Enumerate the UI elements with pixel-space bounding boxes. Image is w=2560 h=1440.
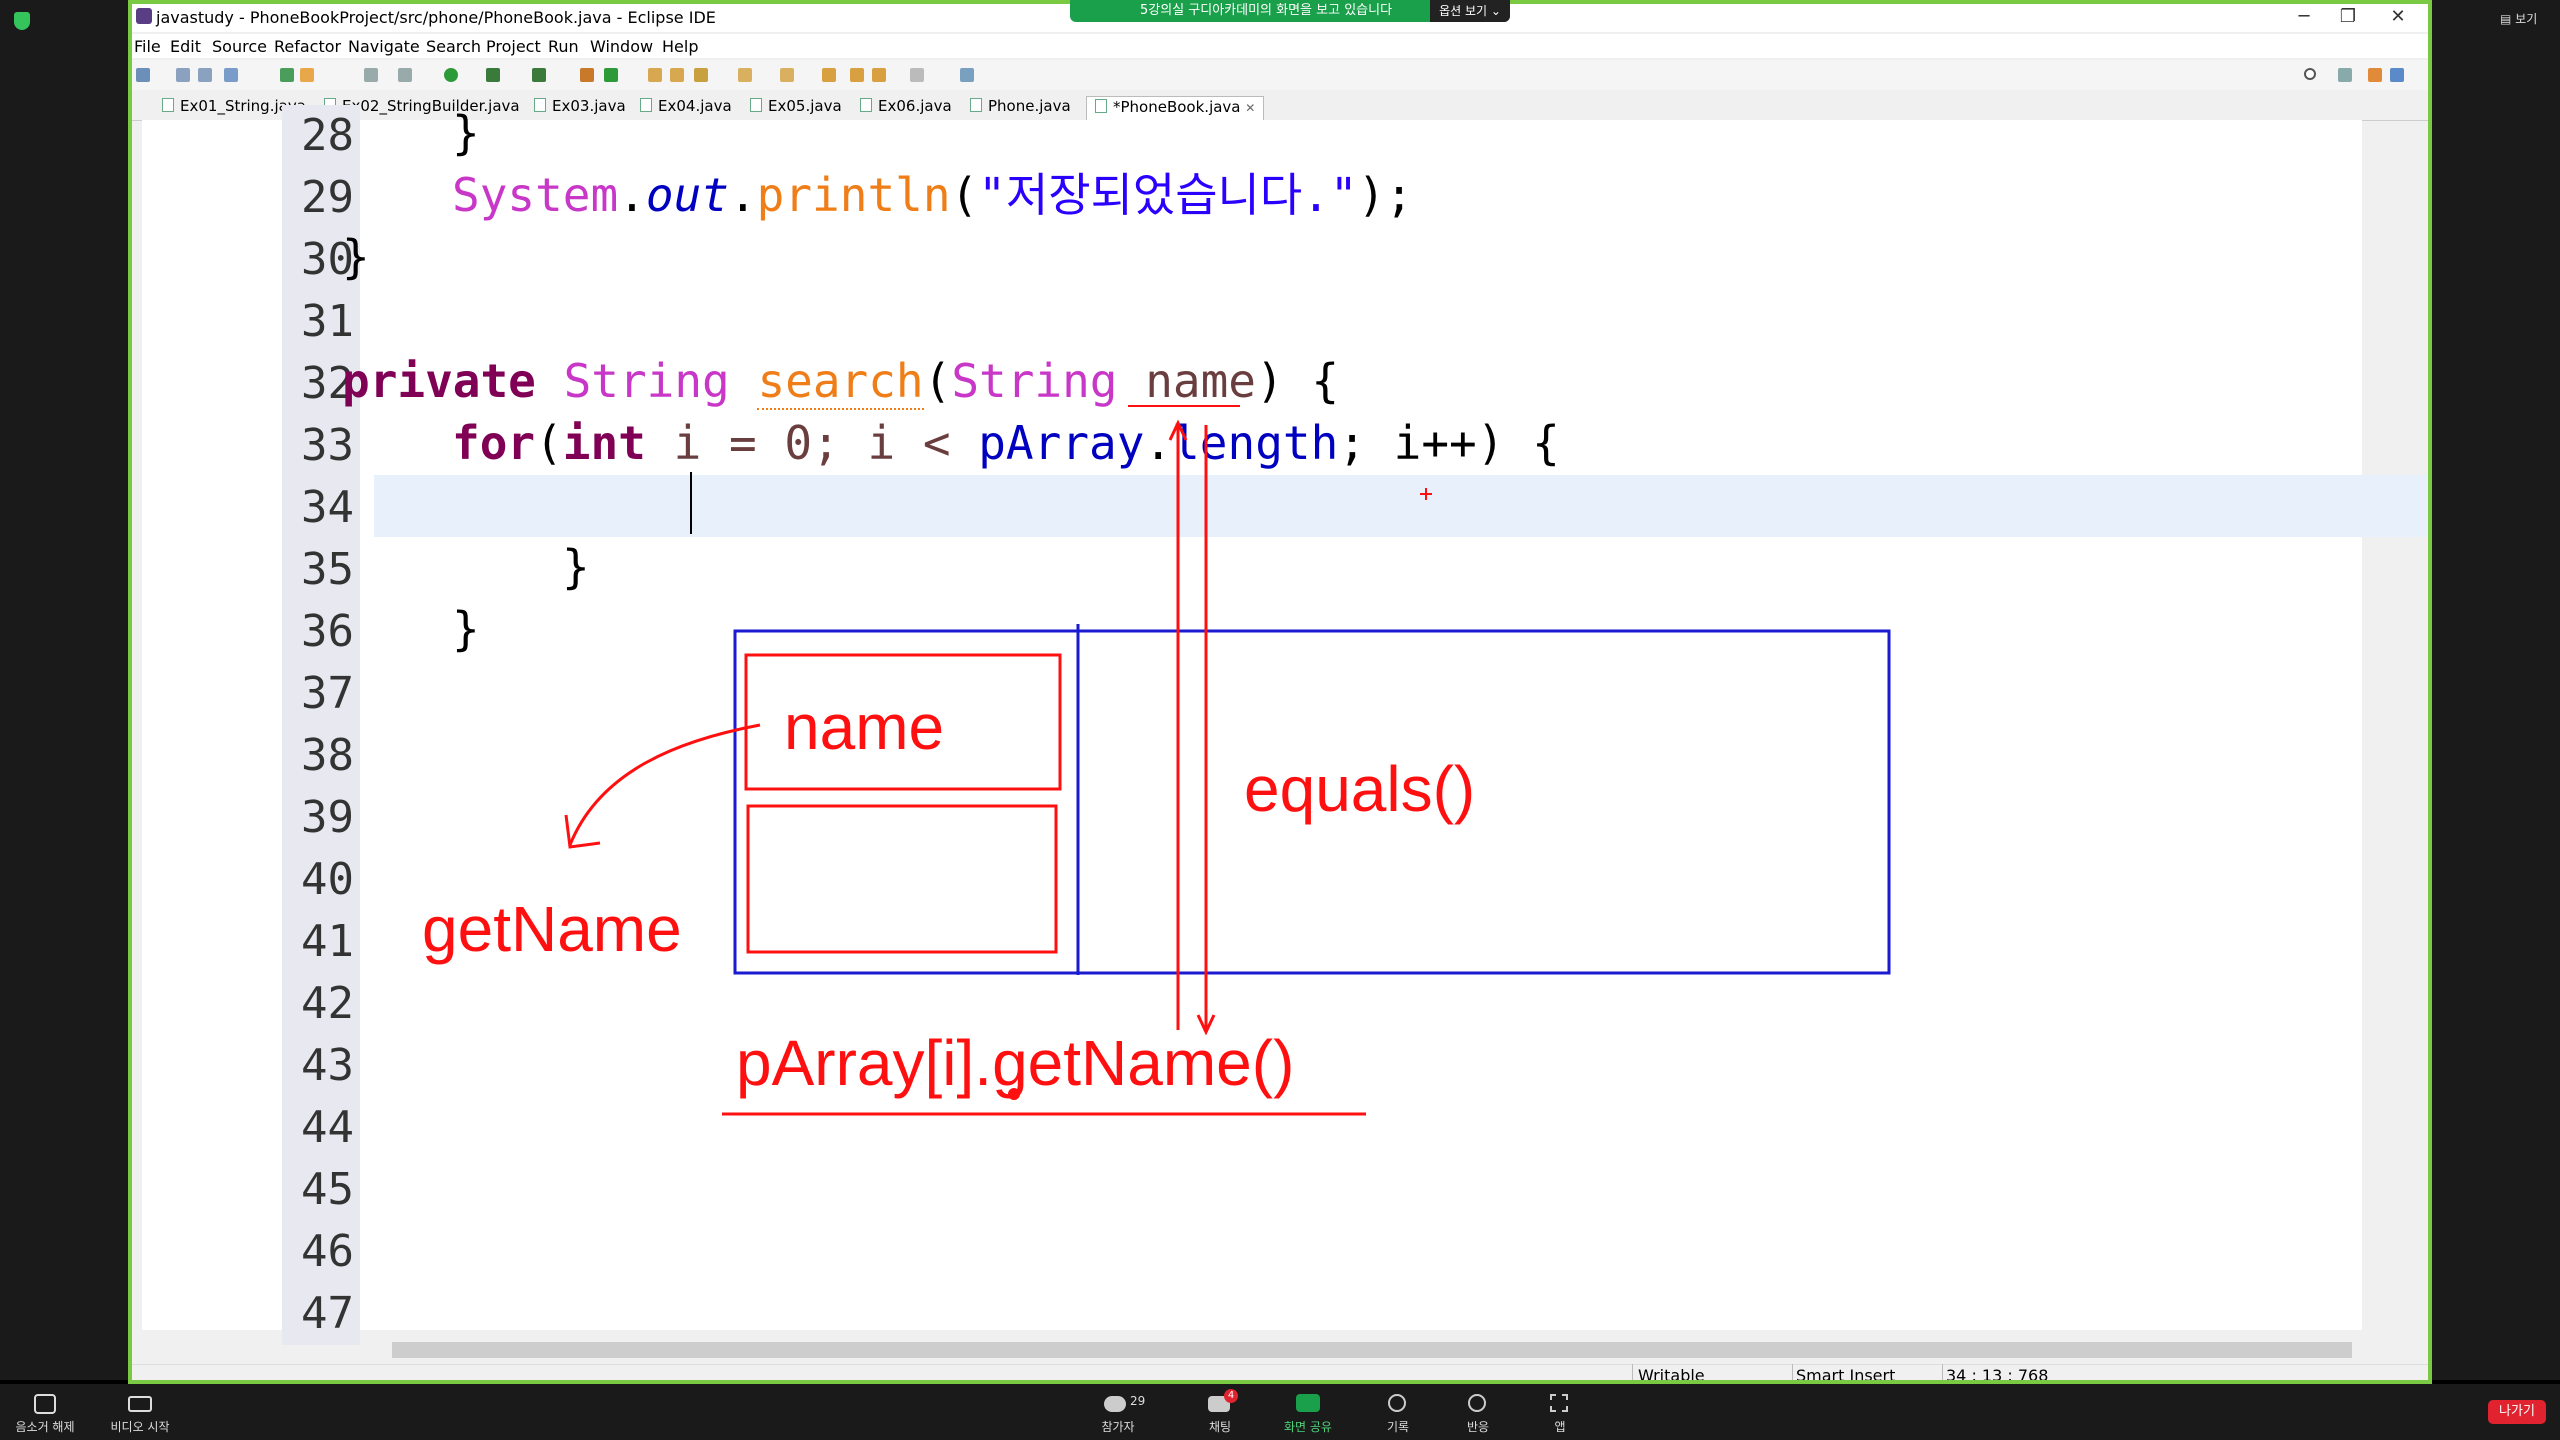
view-options-button[interactable]: 옵션 보기 ⌄ [1430,0,1510,22]
annotation-curve-arrow [568,723,761,846]
annotation-parray-call-label: pArray[i].getName() [736,1027,1295,1099]
annotation-getname-label: getName [422,893,682,965]
annotation-overlay [564,405,1891,1116]
annotation-name-label: name [784,691,945,763]
annotation-equals-label: equals() [1244,753,1476,825]
annotation-empty-box [746,804,1058,954]
